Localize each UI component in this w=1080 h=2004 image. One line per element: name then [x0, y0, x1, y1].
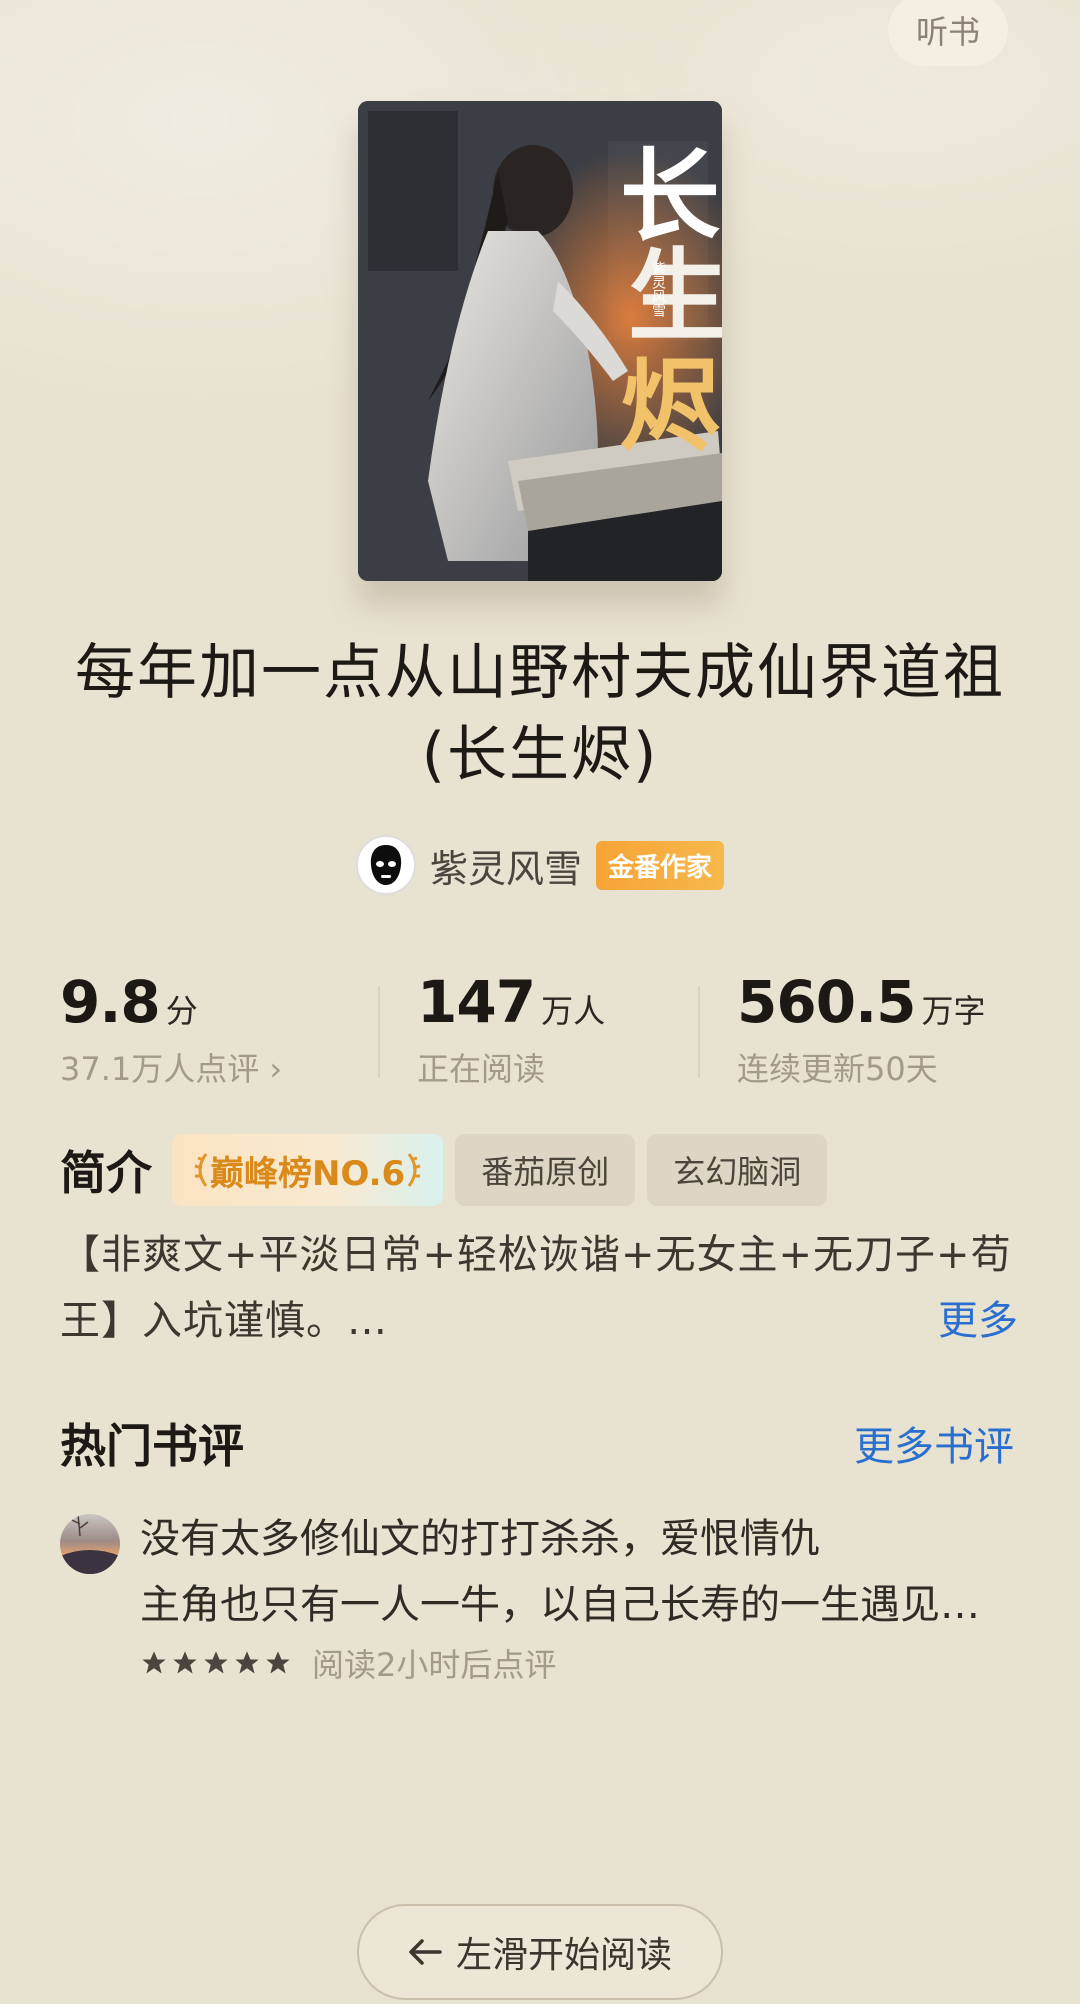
words-value: 560.5: [737, 968, 916, 1036]
review-content[interactable]: 没有太多修仙文的打打杀杀，爱恨情仇 主角也只有一人一牛，以自己长寿的一生遇见…: [140, 1506, 1020, 1638]
masked-face-icon: [370, 845, 402, 885]
words-unit: 万字: [921, 992, 986, 1030]
book-title: 每年加一点从山野村夫成仙界道祖(长生烬): [75, 638, 1005, 790]
book-stats: 9.8 分 37.1万人点评 › 147 万人 正在阅读 560.5 万字 连续更新5…: [60, 968, 1020, 1088]
author-level-badge: 金番作家: [596, 840, 725, 890]
more-reviews-link[interactable]: 更多书评: [854, 1414, 1014, 1472]
arrow-left-icon: [409, 1939, 442, 1965]
rating-stars: [140, 1649, 292, 1677]
cover-title-char-3: 烬: [620, 347, 720, 465]
tag-label: 玄幻脑洞: [673, 1153, 802, 1191]
listen-book-button[interactable]: 听书: [888, 0, 1008, 66]
tag-label: 番茄原创: [481, 1153, 610, 1191]
star-icon: [266, 1651, 290, 1674]
review-line-2: 主角也只有一人一牛，以自己长寿的一生遇见…: [140, 1582, 980, 1628]
tag-original[interactable]: 番茄原创: [455, 1134, 636, 1206]
rank-label: 巅峰榜NO.6: [210, 1153, 406, 1194]
readers-label: 正在阅读: [417, 1050, 546, 1088]
stats-divider: [698, 986, 700, 1078]
intro-label: 简介: [60, 1146, 152, 1200]
reviewer-avatar[interactable]: [60, 1514, 120, 1574]
review-time: 阅读2小时后点评: [312, 1646, 557, 1684]
update-streak: 连续更新50天: [737, 1050, 938, 1088]
rating-count: 37.1万人点评 ›: [60, 1050, 283, 1088]
cover-illustration: 长 生 烬 紫灵风雪: [358, 101, 722, 581]
rating-value: 9.8: [60, 968, 161, 1036]
laurel-right-icon: [407, 1153, 421, 1187]
hot-reviews-title: 热门书评: [60, 1419, 244, 1473]
reviewer-avatar-image: [60, 1514, 120, 1574]
stats-divider: [378, 986, 380, 1078]
author-name[interactable]: 紫灵风雪: [430, 838, 582, 893]
rank-tag[interactable]: 巅峰榜NO.6: [172, 1134, 444, 1206]
start-reading-label: 左滑开始阅读: [455, 1935, 672, 1976]
readers-unit: 万人: [541, 992, 606, 1030]
description-more-link[interactable]: 更多: [938, 1288, 1018, 1346]
start-reading-button[interactable]: 左滑开始阅读: [357, 1904, 723, 2000]
star-icon: [142, 1651, 166, 1674]
review-meta: 阅读2小时后点评: [140, 1640, 556, 1686]
intro-header: 简介 巅峰榜NO.6 番茄原创 玄幻脑洞: [60, 1134, 828, 1206]
star-icon: [204, 1651, 228, 1674]
tag-genre[interactable]: 玄幻脑洞: [647, 1134, 828, 1206]
rating-unit: 分: [165, 992, 198, 1030]
cover-author: 紫灵风雪: [650, 261, 666, 317]
laurel-left-icon: [194, 1153, 208, 1187]
readers-value: 147: [417, 968, 536, 1036]
words-stat: 560.5 万字 连续更新50天: [737, 968, 985, 1090]
author-row[interactable]: 紫灵风雪 金番作家: [0, 834, 1080, 896]
book-description[interactable]: 【非爽文+平淡日常+轻松诙谐+无女主+无刀子+苟王】入坑谨慎。…: [60, 1222, 1020, 1354]
review-line-1: 没有太多修仙文的打打杀杀，爱恨情仇: [140, 1516, 820, 1562]
listen-label: 听书: [915, 13, 980, 51]
rating-stat[interactable]: 9.8 分 37.1万人点评 ›: [60, 968, 282, 1090]
author-avatar[interactable]: [355, 835, 416, 895]
book-cover[interactable]: 长 生 烬 紫灵风雪: [358, 101, 722, 581]
cover-title-char-2: 生: [628, 237, 722, 355]
star-icon: [173, 1651, 197, 1674]
star-icon: [235, 1651, 259, 1674]
readers-stat: 147 万人 正在阅读: [417, 968, 605, 1090]
